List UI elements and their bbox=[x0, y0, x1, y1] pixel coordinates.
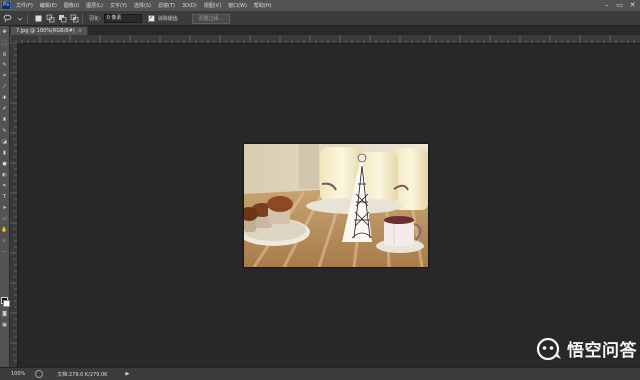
arrow-right-icon[interactable]: ▶ bbox=[125, 371, 129, 377]
options-bar: 羽化: 0 像素 ✓ 消除锯齿 调整边缘... bbox=[0, 12, 640, 26]
wukong-logo-icon bbox=[536, 337, 561, 360]
watermark-text: 悟空问答 bbox=[567, 341, 637, 361]
type-tool-icon[interactable]: T bbox=[1, 194, 8, 201]
refine-edge-button[interactable]: 调整边缘... bbox=[191, 13, 231, 24]
minimize-button[interactable]: – bbox=[602, 1, 611, 9]
subtract-from-selection-icon[interactable] bbox=[58, 14, 67, 23]
zoom-level[interactable]: 100% bbox=[11, 371, 25, 377]
status-bar: 100% 文档:279.0 K/279.0K ▶ bbox=[0, 367, 640, 380]
history-brush-icon[interactable]: ✎ bbox=[1, 128, 8, 135]
document-canvas[interactable] bbox=[244, 144, 428, 267]
menu-filter[interactable]: 滤镜(T) bbox=[158, 2, 175, 9]
document-size-info: 文档:279.0 K/279.0K bbox=[57, 371, 108, 378]
screen-mode-icon[interactable]: ▣ bbox=[1, 322, 8, 329]
eyedropper-tool-icon[interactable]: ⁄ bbox=[1, 84, 8, 91]
stamp-tool-icon[interactable]: ♜ bbox=[1, 117, 8, 124]
brush-tool-icon[interactable]: ✐ bbox=[1, 106, 8, 113]
photoshop-logo: Ps bbox=[1, 1, 11, 10]
add-to-selection-icon[interactable] bbox=[46, 14, 55, 23]
eraser-tool-icon[interactable]: ◪ bbox=[1, 139, 8, 146]
extra-tools-icon[interactable]: ⋯ bbox=[1, 249, 8, 256]
menu-view[interactable]: 视图(V) bbox=[204, 2, 221, 9]
background-color-swatch[interactable] bbox=[3, 300, 10, 307]
menu-layer[interactable]: 图层(L) bbox=[86, 2, 103, 9]
move-tool-icon[interactable]: ✥ bbox=[1, 29, 8, 36]
feather-input[interactable]: 0 像素 bbox=[103, 14, 142, 23]
new-selection-icon[interactable] bbox=[34, 14, 43, 23]
lasso-tool-icon[interactable]: ϱ bbox=[1, 51, 8, 58]
feather-label: 羽化: bbox=[89, 16, 101, 22]
zoom-tool-icon[interactable]: ⌕ bbox=[1, 238, 8, 245]
horizontal-ruler[interactable] bbox=[10, 35, 640, 44]
tab-close-icon[interactable]: × bbox=[78, 28, 82, 34]
menu-file[interactable]: 文件(F) bbox=[16, 2, 33, 9]
restore-button[interactable]: ▭ bbox=[615, 1, 624, 9]
menu-help[interactable]: 帮助(H) bbox=[254, 2, 272, 9]
tools-panel: ✥ ⬚ ϱ ✎ ⌗ ⁄ ✚ ✐ ♜ ✎ ◪ ▮ ● ◐ ✒ T ➤ ▭ ✋ ⌕ … bbox=[0, 26, 10, 367]
window-controls: – ▭ ✕ bbox=[602, 1, 637, 9]
lasso-tool-icon[interactable] bbox=[3, 14, 12, 23]
intersect-selection-icon[interactable] bbox=[70, 14, 79, 23]
divider bbox=[27, 14, 28, 23]
document-tab[interactable]: 7.jpg @ 100%(RGB/8#) × bbox=[10, 26, 88, 35]
marquee-tool-icon[interactable]: ⬚ bbox=[1, 40, 8, 47]
antialias-label: 消除锯齿 bbox=[157, 16, 178, 22]
quick-mask-icon[interactable]: ◙ bbox=[1, 311, 8, 318]
chevron-down-icon[interactable] bbox=[15, 14, 24, 23]
hand-tool-icon[interactable]: ✋ bbox=[1, 227, 8, 234]
crop-tool-icon[interactable]: ⌗ bbox=[1, 73, 8, 80]
antialias-checkbox[interactable]: ✓ bbox=[147, 15, 155, 22]
menu-select[interactable]: 选择(S) bbox=[134, 2, 151, 9]
dodge-tool-icon[interactable]: ◐ bbox=[1, 172, 8, 179]
menu-edit[interactable]: 编辑(E) bbox=[40, 2, 57, 9]
menu-bar: Ps 文件(F) 编辑(E) 图像(I) 图层(L) 文字(Y) 选择(S) 滤… bbox=[0, 0, 640, 12]
document-tab-title: 7.jpg @ 100%(RGB/8#) bbox=[16, 28, 75, 34]
healing-brush-icon[interactable]: ✚ bbox=[1, 95, 8, 102]
quick-select-tool-icon[interactable]: ✎ bbox=[1, 62, 8, 69]
circle-icon bbox=[35, 370, 44, 378]
menu-image[interactable]: 图像(I) bbox=[64, 2, 79, 9]
pen-tool-icon[interactable]: ✒ bbox=[1, 183, 8, 190]
path-select-tool-icon[interactable]: ➤ bbox=[1, 205, 8, 212]
menu-window[interactable]: 窗口(W) bbox=[228, 2, 247, 9]
close-button[interactable]: ✕ bbox=[628, 1, 637, 9]
gradient-tool-icon[interactable]: ▮ bbox=[1, 150, 8, 157]
blur-tool-icon[interactable]: ● bbox=[1, 161, 8, 168]
menu-type[interactable]: 文字(Y) bbox=[110, 2, 127, 9]
watermark: 悟空问答 bbox=[536, 336, 637, 361]
vertical-ruler[interactable] bbox=[10, 43, 18, 367]
menu-3d[interactable]: 3D(D) bbox=[182, 3, 197, 9]
shape-tool-icon[interactable]: ▭ bbox=[1, 216, 8, 223]
photo-teapot-eiffel bbox=[244, 144, 428, 267]
divider bbox=[82, 14, 83, 23]
